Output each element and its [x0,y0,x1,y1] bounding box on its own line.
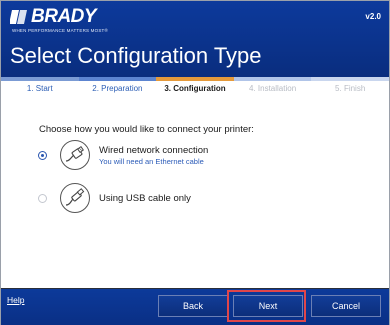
option-usb-cable[interactable]: Using USB cable only [38,183,191,213]
tagline: WHEN PERFORMANCE MATTERS MOST® [12,28,108,33]
step-start: 1. Start [26,84,53,93]
wired-network-text: Wired network connection You will need a… [99,145,208,166]
ethernet-cable-icon [60,140,90,170]
connection-prompt: Choose how you would like to connect you… [39,124,254,135]
version-label: v2.0 [365,12,381,21]
brady-logo: BRADY [10,6,97,30]
brady-logo-icon [10,10,27,24]
usb-cable-icon [60,183,90,213]
usb-cable-text: Using USB cable only [99,193,191,204]
step-installation: 4. Installation [249,84,297,93]
header: BRADY WHEN PERFORMANCE MATTERS MOST® v2.… [1,1,389,77]
back-button[interactable]: Back [158,295,228,317]
wired-network-sublabel: You will need an Ethernet cable [99,156,204,166]
step-finish: 5. Finish [335,84,366,93]
wired-network-label[interactable]: Wired network connection [99,145,208,156]
footer-bar: Help Back Next Cancel [1,288,389,325]
page-title: Select Configuration Type [10,43,262,68]
cancel-button[interactable]: Cancel [311,295,381,317]
next-button[interactable]: Next [233,295,303,317]
help-link[interactable]: Help [7,295,24,305]
logo-text: BRADY [31,6,97,27]
step-preparation: 2. Preparation [92,84,143,93]
usb-cable-label[interactable]: Using USB cable only [99,193,191,204]
option-wired-network[interactable]: Wired network connection You will need a… [38,140,208,170]
radio-wired-network[interactable] [38,150,47,160]
step-indicator: 1. Start 2. Preparation 3. Configuration… [1,81,389,96]
radio-usb-cable[interactable] [38,193,47,203]
step-configuration: 3. Configuration [164,84,226,93]
